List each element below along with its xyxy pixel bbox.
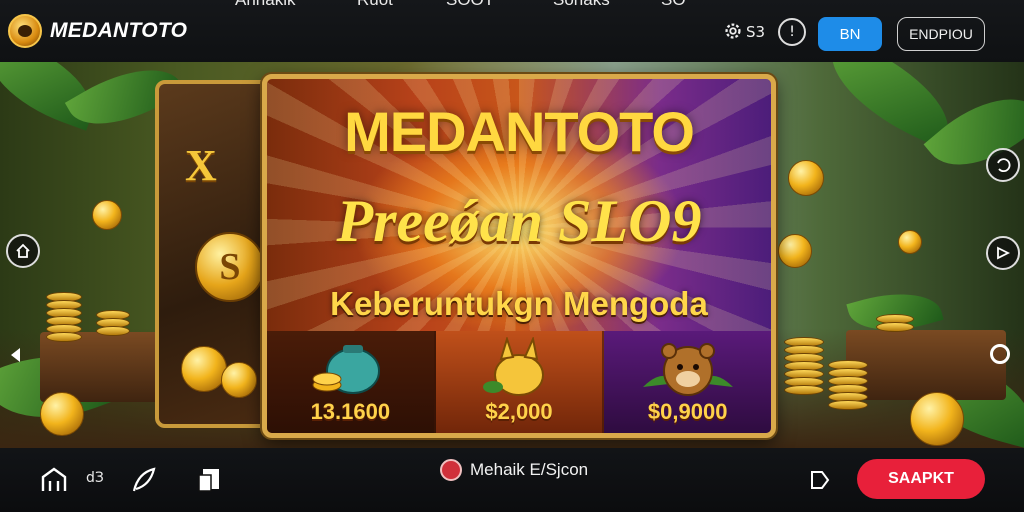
money-bag-icon (312, 345, 381, 394)
banner-subtitle: Preeǿan SLO9 (336, 188, 702, 254)
home-button[interactable] (6, 234, 40, 268)
banner-title: MEDANTOTO (344, 100, 695, 163)
coin-stack-left (46, 292, 82, 342)
feather-icon (132, 467, 156, 492)
primary-header-button[interactable]: BN (818, 17, 882, 51)
floating-coin (181, 346, 227, 392)
rotate-icon (997, 158, 1011, 173)
prize-card[interactable]: 13.1600 (267, 331, 436, 433)
bottom-bar: dЗ Mehaik E/Sjcon SAAPKT (0, 448, 1024, 512)
card-button[interactable] (194, 464, 226, 496)
prize-amount: 13.1600 (310, 399, 391, 424)
floating-coin (92, 200, 122, 230)
golden-animal-icon (483, 337, 544, 396)
info-icon: ! (789, 24, 795, 40)
building-icon (41, 467, 67, 491)
back-card-letter: X (185, 141, 217, 190)
status-text: Mehaik E/Sjcon (470, 460, 589, 479)
floating-coin (910, 392, 964, 446)
nav-item-annakik[interactable]: Annakik (235, 0, 295, 10)
wooden-table-right (846, 330, 1006, 400)
nav-item-so[interactable]: SO (661, 0, 686, 10)
prize-amount: $0,9000 (647, 399, 728, 424)
floating-coin (898, 230, 922, 254)
top-navigation-bar: MEDANTOTO Annakik Ruot SOOT Sonaks SO S3… (0, 0, 1024, 62)
secondary-header-button[interactable]: ENDPIOU (897, 17, 985, 51)
settings-gear-icon[interactable] (722, 20, 744, 42)
nav-item-ruot[interactable]: Ruot (357, 0, 393, 10)
nav-item-sonaks[interactable]: Sonaks (553, 0, 610, 10)
forward-button[interactable] (986, 236, 1020, 270)
hero-scene: X S MEDANTOTO Preeǿan SLO9 Keberuntukgn … (0, 62, 1024, 448)
arrow-left-icon (11, 348, 20, 362)
circle-icon[interactable] (990, 344, 1010, 364)
back-card-coin-symbol: S (219, 246, 241, 288)
previous-slide-button[interactable] (8, 346, 24, 368)
coin-stack-right (828, 360, 868, 416)
floating-coin (40, 392, 84, 436)
bottom-small-label: dЗ (86, 470, 104, 486)
prize-row: 13.1600 $2,000 $0,9000 (267, 331, 771, 433)
settings-label: S3 (746, 23, 766, 41)
prize-card[interactable]: $0,9000 (604, 331, 771, 433)
coin-stack-right (784, 337, 824, 397)
cta-start-button[interactable]: SAAPKT (857, 459, 985, 499)
rotate-button[interactable] (986, 148, 1020, 182)
feather-button[interactable] (128, 464, 160, 496)
coin-stack-right (876, 314, 914, 334)
brand-logo-icon[interactable] (8, 14, 42, 48)
coin-stack-left (96, 310, 130, 340)
dollar-coin-icon: S (195, 232, 265, 302)
home-icon (16, 243, 30, 258)
forward-icon (997, 246, 1011, 260)
card-icon (198, 469, 219, 492)
banner-tagline: Keberuntukgn Mengoda (330, 285, 708, 322)
prize-amount: $2,000 (485, 399, 553, 424)
prize-card[interactable]: $2,000 (435, 331, 605, 433)
nav-item-soot[interactable]: SOOT (446, 0, 494, 10)
status-indicator-icon (440, 459, 462, 481)
brand-name[interactable]: MEDANTOTO (50, 19, 187, 43)
floating-coin (788, 160, 824, 196)
floating-coin (221, 362, 257, 398)
share-button[interactable] (804, 464, 836, 496)
game-building-button[interactable] (38, 464, 70, 496)
floating-coin (778, 234, 812, 268)
info-button[interactable]: ! (778, 18, 806, 46)
main-promo-banner[interactable]: MEDANTOTO Preeǿan SLO9 Keberuntukgn Meng… (262, 74, 776, 438)
bear-icon (642, 343, 733, 396)
share-icon (811, 471, 830, 489)
